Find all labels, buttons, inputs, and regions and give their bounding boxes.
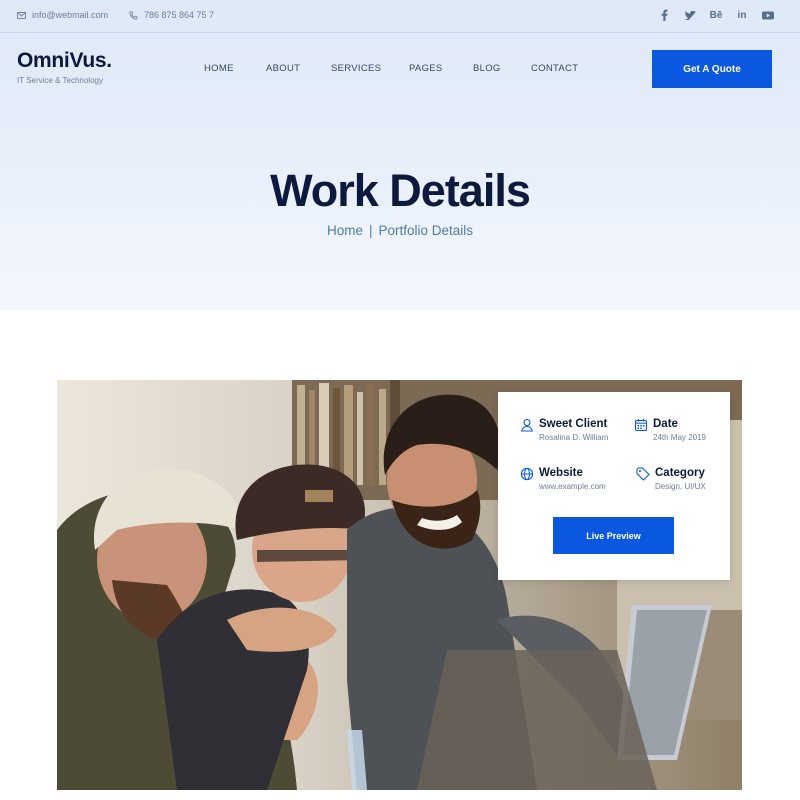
tag-icon <box>636 467 650 481</box>
website-label: Website <box>539 467 583 479</box>
breadcrumb-current: Portfolio Details <box>378 223 474 238</box>
nav-contact[interactable]: CONTACT <box>531 63 578 74</box>
user-icon <box>521 418 533 432</box>
brand-tagline: IT Service & Technology <box>17 76 103 85</box>
nav-about[interactable]: ABOUT <box>266 63 300 74</box>
project-info-card: Sweet Client Rosalina D. William Date 24… <box>498 392 730 580</box>
brand-name: OmniVus. <box>17 49 112 72</box>
breadcrumb-home[interactable]: Home <box>327 223 363 238</box>
hero-background <box>0 0 800 310</box>
facebook-icon[interactable] <box>658 9 670 21</box>
website-value[interactable]: www.example.com <box>539 482 606 491</box>
nav-blog[interactable]: BLOG <box>473 63 501 74</box>
youtube-icon[interactable] <box>762 9 774 21</box>
get-quote-button[interactable]: Get A Quote <box>652 50 772 88</box>
category-value: Design, UI/UX <box>655 482 706 491</box>
date-label: Date <box>653 418 678 430</box>
globe-icon <box>520 467 534 481</box>
nav-home[interactable]: HOME <box>204 63 234 74</box>
client-value: Rosalina D. William <box>539 433 609 442</box>
website-info: Website www.example.com <box>520 467 606 491</box>
email-contact[interactable]: info@webmail.com <box>17 10 108 20</box>
top-bar: info@webmail.com 786 875 864 75 7 Bē in <box>0 0 800 33</box>
email-text: info@webmail.com <box>32 10 109 20</box>
linkedin-icon[interactable]: in <box>736 9 748 21</box>
twitter-icon[interactable] <box>684 9 696 21</box>
social-links: Bē in <box>658 9 774 21</box>
behance-icon[interactable]: Bē <box>710 9 723 21</box>
live-preview-button[interactable]: Live Preview <box>553 517 674 554</box>
phone-text: 786 875 864 75 7 <box>144 10 215 20</box>
category-info: Category Design, UI/UX <box>636 467 706 491</box>
page-title: Work Details <box>270 165 531 216</box>
brand-logo[interactable]: OmniVus. IT Service & Technology <box>17 49 112 85</box>
breadcrumb: Home | Portfolio Details <box>0 223 800 238</box>
nav-pages[interactable]: PAGES <box>409 63 443 74</box>
client-info: Sweet Client Rosalina D. William <box>520 418 608 442</box>
phone-icon <box>129 10 138 20</box>
category-label: Category <box>655 467 705 479</box>
date-info: Date 24th May 2019 <box>634 418 706 442</box>
date-value: 24th May 2019 <box>653 433 706 442</box>
mail-icon <box>17 11 26 19</box>
calendar-icon <box>634 419 648 432</box>
client-label: Sweet Client <box>539 418 608 430</box>
breadcrumb-separator: | <box>368 223 373 238</box>
nav-services[interactable]: SERVICES <box>331 63 381 74</box>
phone-contact[interactable]: 786 875 864 75 7 <box>129 10 214 20</box>
